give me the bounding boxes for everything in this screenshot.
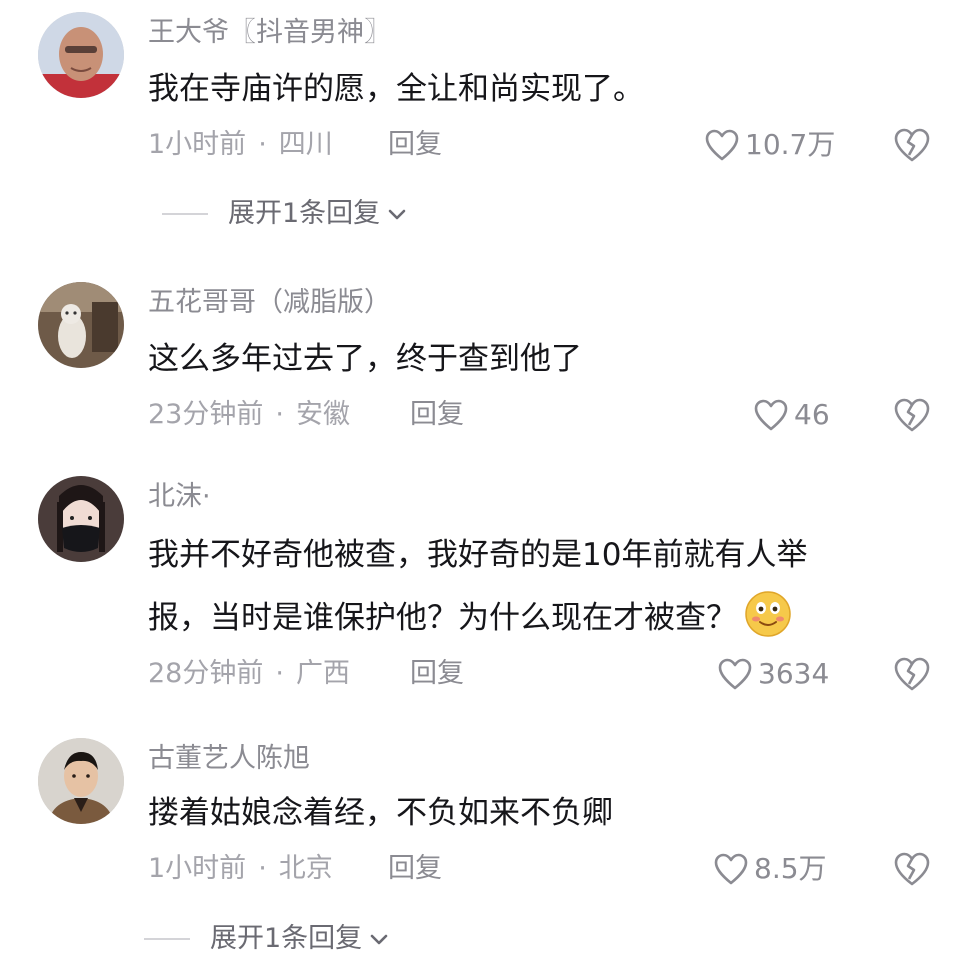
- broken-heart-icon[interactable]: [892, 396, 932, 434]
- reply-button[interactable]: 回复: [388, 852, 442, 886]
- comment-item: 王大爷〖抖音男神〗 我在寺庙许的愿，全让和尚实现了。 1小时前 · 四川 回复 10…: [0, 0, 974, 260]
- comment-item: 五花哥哥（减脂版） 这么多年过去了，终于查到他了 23分钟前 · 安徽 回复 46: [0, 260, 974, 460]
- comment-meta: 23分钟前 · 安徽: [148, 398, 350, 432]
- heart-outline-icon: [705, 129, 739, 161]
- comment-meta: 1小时前 · 四川: [148, 128, 333, 162]
- comment-username[interactable]: 古董艺人陈旭: [148, 742, 310, 776]
- comment-text: 我在寺庙许的愿，全让和尚实现了。: [148, 58, 908, 121]
- divider-line: [162, 213, 208, 215]
- separator-dot: ·: [258, 853, 267, 884]
- comment-username[interactable]: 北沫·: [148, 480, 211, 514]
- comment-text-line: 搂着姑娘念着经，不负如来不负卿: [148, 795, 613, 831]
- avatar[interactable]: [38, 476, 124, 562]
- comment-text: 这么多年过去了，终于查到他了: [148, 328, 908, 391]
- comment-location: 北京: [278, 853, 333, 884]
- heart-outline-icon: [718, 658, 752, 690]
- like-count: 3634: [758, 657, 830, 690]
- comment-time: 1小时前: [148, 129, 247, 160]
- chevron-down-icon: [388, 209, 406, 220]
- separator-dot: ·: [275, 658, 284, 689]
- comment-text: 我并不好奇他被查，我好奇的是10年前就有人举 报，当时是谁保护他？为什么现在才被…: [148, 524, 908, 650]
- like-count: 8.5万: [754, 852, 827, 885]
- comment-text: 搂着姑娘念着经，不负如来不负卿: [148, 782, 908, 845]
- avatar[interactable]: [38, 282, 124, 368]
- like-button[interactable]: 3634: [716, 656, 829, 692]
- avatar[interactable]: [38, 12, 124, 98]
- expand-label: 展开1条回复: [210, 923, 363, 954]
- like-button[interactable]: 8.5万: [712, 851, 827, 887]
- comment-text-line-with-emoji: 报，当时是谁保护他？为什么现在才被查？: [148, 587, 908, 650]
- like-button[interactable]: 10.7万: [703, 127, 835, 163]
- heart-outline-icon: [714, 853, 748, 885]
- comment-text-line: 报，当时是谁保护他？为什么现在才被查？: [148, 600, 737, 636]
- comment-location: 四川: [278, 129, 333, 160]
- comment-text-line: 我并不好奇他被查，我好奇的是10年前就有人举: [148, 537, 808, 573]
- expand-replies-button[interactable]: 展开1条回复: [144, 922, 390, 956]
- comment-time: 28分钟前: [148, 658, 264, 689]
- expand-replies-button[interactable]: 展开1条回复: [162, 197, 408, 231]
- comment-username[interactable]: 五花哥哥（减脂版）: [148, 286, 391, 320]
- avatar[interactable]: [38, 738, 124, 824]
- reply-button[interactable]: 回复: [388, 128, 442, 162]
- comment-time: 1小时前: [148, 853, 247, 884]
- reply-button[interactable]: 回复: [410, 657, 464, 691]
- heart-outline-icon: [754, 399, 788, 431]
- like-count: 46: [794, 398, 830, 431]
- comment-meta: 28分钟前 · 广西: [148, 657, 350, 691]
- smiling-face-emoji: [745, 591, 791, 637]
- comment-time: 23分钟前: [148, 399, 264, 430]
- divider-line: [144, 938, 190, 940]
- like-count: 10.7万: [745, 128, 836, 161]
- broken-heart-icon[interactable]: [892, 850, 932, 888]
- comment-location: 广西: [295, 658, 350, 689]
- reply-button[interactable]: 回复: [410, 398, 464, 432]
- broken-heart-icon[interactable]: [892, 126, 932, 164]
- like-button[interactable]: 46: [752, 397, 830, 433]
- comment-item: 北沫· 我并不好奇他被查，我好奇的是10年前就有人举 报，当时是谁保护他？为什么…: [0, 460, 974, 720]
- comment-item: 古董艺人陈旭 搂着姑娘念着经，不负如来不负卿 1小时前 · 北京 回复 8.5万 展…: [0, 720, 974, 974]
- comment-location: 安徽: [295, 399, 350, 430]
- comment-username[interactable]: 王大爷〖抖音男神〗: [148, 16, 391, 50]
- chevron-down-icon: [370, 934, 388, 945]
- expand-label: 展开1条回复: [228, 198, 381, 229]
- broken-heart-icon[interactable]: [892, 655, 932, 693]
- comment-text-line: 这么多年过去了，终于查到他了: [148, 341, 582, 377]
- separator-dot: ·: [275, 399, 284, 430]
- comment-text-line: 我在寺庙许的愿，全让和尚实现了。: [148, 71, 644, 107]
- comment-meta: 1小时前 · 北京: [148, 852, 333, 886]
- separator-dot: ·: [258, 129, 267, 160]
